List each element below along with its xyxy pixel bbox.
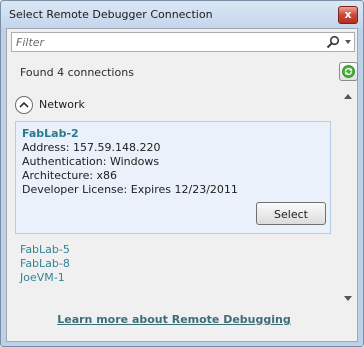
dialog-content: Found 4 connections Network FabLab-2 Add…	[6, 28, 358, 342]
chevron-up-icon	[19, 101, 29, 108]
refresh-icon	[342, 65, 355, 78]
learn-more-link[interactable]: Learn more about Remote Debugging	[7, 313, 341, 326]
connection-address: Address: 157.59.148.220	[22, 141, 161, 154]
connection-name: FabLab-2	[22, 127, 79, 140]
search-icon[interactable]	[326, 35, 340, 49]
title-bar[interactable]: Select Remote Debugger Connection x	[1, 1, 363, 28]
connection-license: Developer License: Expires 12/23/2011	[22, 183, 238, 196]
window-title: Select Remote Debugger Connection	[9, 8, 213, 21]
filter-input[interactable]	[12, 33, 316, 51]
close-button[interactable]: x	[338, 6, 358, 24]
scroll-down-arrow[interactable]	[344, 296, 352, 301]
selected-connection-card[interactable]: FabLab-2 Address: 157.59.148.220 Authent…	[15, 121, 331, 234]
close-icon: x	[344, 8, 352, 21]
chevron-down-icon[interactable]	[345, 40, 351, 44]
refresh-button[interactable]	[339, 62, 358, 81]
list-item[interactable]: FabLab-8	[20, 257, 70, 270]
list-item[interactable]: FabLab-5	[20, 243, 70, 256]
connections-count: Found 4 connections	[20, 66, 134, 79]
filter-box[interactable]	[11, 32, 355, 52]
list-item[interactable]: JoeVM-1	[20, 271, 65, 284]
connection-authentication: Authentication: Windows	[22, 155, 160, 168]
select-button[interactable]: Select	[256, 202, 326, 225]
scroll-up-arrow[interactable]	[344, 94, 352, 99]
dialog-window: Select Remote Debugger Connection x Foun…	[0, 0, 364, 347]
group-header-network[interactable]: Network	[39, 98, 85, 111]
collapse-group-button[interactable]	[15, 96, 33, 114]
connection-architecture: Architecture: x86	[22, 169, 118, 182]
